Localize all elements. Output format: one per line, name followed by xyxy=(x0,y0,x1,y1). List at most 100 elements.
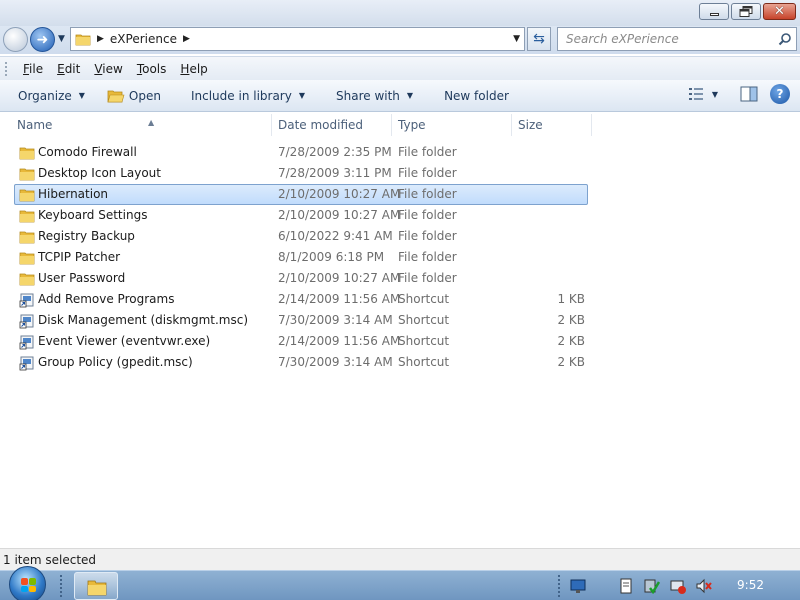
menu-file[interactable]: File xyxy=(16,62,50,76)
volume-muted-icon[interactable] xyxy=(696,578,712,594)
file-type: File folder xyxy=(398,145,457,159)
search-input[interactable]: Search eXPerience xyxy=(557,27,797,51)
close-button[interactable]: ✕ xyxy=(763,3,796,20)
folder-icon xyxy=(19,208,35,224)
shortcut-icon xyxy=(19,313,35,329)
file-type: File folder xyxy=(398,271,457,285)
file-date-modified: 2/10/2009 10:27 AM xyxy=(278,187,401,201)
refresh-icon: ⇆ xyxy=(533,31,545,47)
maximize-button[interactable] xyxy=(731,3,761,20)
file-size xyxy=(518,206,585,225)
share-with-button[interactable]: Share with ▼ xyxy=(316,83,424,109)
minimize-icon xyxy=(709,13,719,16)
change-view-button[interactable]: ▼ xyxy=(688,87,718,101)
start-button[interactable] xyxy=(9,566,46,600)
breadcrumb-chevron-icon[interactable]: ▶ xyxy=(183,34,190,44)
file-type: Shortcut xyxy=(398,292,450,306)
file-size xyxy=(518,269,585,288)
folder-icon xyxy=(19,271,35,287)
file-row[interactable]: Event Viewer (eventvwr.exe) 2/14/2009 11:… xyxy=(14,331,588,352)
file-size: 2 KB xyxy=(557,334,585,348)
minimize-button[interactable] xyxy=(699,3,729,20)
monitor-icon[interactable] xyxy=(570,578,586,594)
clock[interactable]: 9:52 xyxy=(737,578,764,592)
breadcrumb-item[interactable]: eXPerience xyxy=(110,32,177,46)
file-row[interactable]: User Password 2/10/2009 10:27 AM File fold… xyxy=(14,268,588,289)
file-size xyxy=(518,185,585,204)
file-row[interactable]: Keyboard Settings 2/10/2009 10:27 AM File … xyxy=(14,205,588,226)
file-size: 2 KB xyxy=(557,355,585,369)
file-date-modified: 7/28/2009 3:11 PM xyxy=(278,166,392,180)
open-button[interactable]: Open xyxy=(96,83,172,109)
preview-pane-icon[interactable] xyxy=(740,86,758,102)
taskbar-explorer-button[interactable] xyxy=(74,572,118,600)
file-type: File folder xyxy=(398,166,457,180)
menu-view[interactable]: View xyxy=(87,62,129,76)
file-name: Comodo Firewall xyxy=(38,145,137,159)
back-button[interactable] xyxy=(3,27,28,52)
file-date-modified: 2/14/2009 11:56 AM xyxy=(278,292,401,306)
window-controls: ✕ xyxy=(699,3,796,20)
column-date-modified[interactable]: Date modified xyxy=(273,114,392,136)
view-controls: ▼ ? xyxy=(688,84,790,104)
column-size[interactable]: Size xyxy=(513,114,592,136)
sort-ascending-icon: ▲ xyxy=(148,118,155,127)
file-size xyxy=(518,164,585,183)
status-text: 1 item selected xyxy=(3,553,97,567)
file-row[interactable]: Comodo Firewall 7/28/2009 2:35 PM File fol… xyxy=(14,142,588,163)
file-row[interactable]: Add Remove Programs 2/14/2009 11:56 AM Sho… xyxy=(14,289,588,310)
file-name: Hibernation xyxy=(38,187,109,201)
file-row[interactable]: Hibernation 2/10/2009 10:27 AM File folder xyxy=(14,184,588,205)
status-bar: 1 item selected xyxy=(0,548,800,570)
menu-tools[interactable]: Tools xyxy=(130,62,174,76)
shortcut-icon xyxy=(19,292,35,308)
file-row[interactable]: TCPIP Patcher 8/1/2009 6:18 PM File folder xyxy=(14,247,588,268)
search-icon[interactable] xyxy=(778,32,792,46)
details-view-icon xyxy=(688,88,703,100)
notepad-icon[interactable] xyxy=(618,578,634,594)
recent-pages-dropdown[interactable]: ▼ xyxy=(58,34,65,44)
column-name[interactable]: Name ▲ xyxy=(12,114,272,136)
file-row[interactable]: Desktop Icon Layout 7/28/2009 3:11 PM File… xyxy=(14,163,588,184)
address-dropdown-icon[interactable]: ▼ xyxy=(513,34,520,44)
security-shield-icon[interactable] xyxy=(644,578,660,594)
network-icon[interactable] xyxy=(670,578,686,594)
file-size xyxy=(518,248,585,267)
folder-icon xyxy=(87,580,107,596)
help-icon[interactable]: ? xyxy=(770,84,790,104)
file-list: Comodo Firewall 7/28/2009 2:35 PM File fol… xyxy=(0,142,800,542)
file-date-modified: 7/28/2009 2:35 PM xyxy=(278,145,392,159)
refresh-button[interactable]: ⇆ xyxy=(527,27,551,51)
file-size: 2 KB xyxy=(557,313,585,327)
menu-bar: File Edit View Tools Help xyxy=(0,56,800,80)
address-bar[interactable]: ▶ eXPerience ▶ ▼ xyxy=(70,27,525,51)
file-date-modified: 2/10/2009 10:27 AM xyxy=(278,208,401,222)
file-type: Shortcut xyxy=(398,355,450,369)
folder-icon xyxy=(19,250,35,266)
organize-button[interactable]: Organize ▼ xyxy=(0,83,96,109)
file-row[interactable]: Registry Backup 6/10/2022 9:41 AM File fol… xyxy=(14,226,588,247)
new-folder-button[interactable]: New folder xyxy=(424,83,520,109)
chevron-down-icon: ▼ xyxy=(406,91,414,100)
menu-edit[interactable]: Edit xyxy=(50,62,87,76)
file-name: Desktop Icon Layout xyxy=(38,166,161,180)
windows-logo-icon xyxy=(21,578,36,592)
file-name: Registry Backup xyxy=(38,229,135,243)
include-in-library-button[interactable]: Include in library ▼ xyxy=(172,83,316,109)
column-type[interactable]: Type xyxy=(393,114,512,136)
file-row[interactable]: Group Policy (gpedit.msc) 7/30/2009 3:14 … xyxy=(14,352,588,373)
menu-help[interactable]: Help xyxy=(173,62,214,76)
title-bar: ✕ xyxy=(0,0,800,26)
forward-button[interactable]: ➜ xyxy=(30,27,55,52)
breadcrumb-chevron-icon[interactable]: ▶ xyxy=(97,34,104,44)
chevron-down-icon: ▼ xyxy=(78,91,85,100)
system-tray xyxy=(570,573,712,599)
file-type: File folder xyxy=(398,208,457,222)
file-name: Group Policy (gpedit.msc) xyxy=(38,355,193,369)
taskbar-grip xyxy=(60,575,64,597)
file-date-modified: 2/10/2009 10:27 AM xyxy=(278,271,401,285)
folder-icon xyxy=(19,166,35,182)
folder-icon xyxy=(75,34,91,46)
file-row[interactable]: Disk Management (diskmgmt.msc) 7/30/2009 … xyxy=(14,310,588,331)
file-name: Event Viewer (eventvwr.exe) xyxy=(38,334,211,348)
